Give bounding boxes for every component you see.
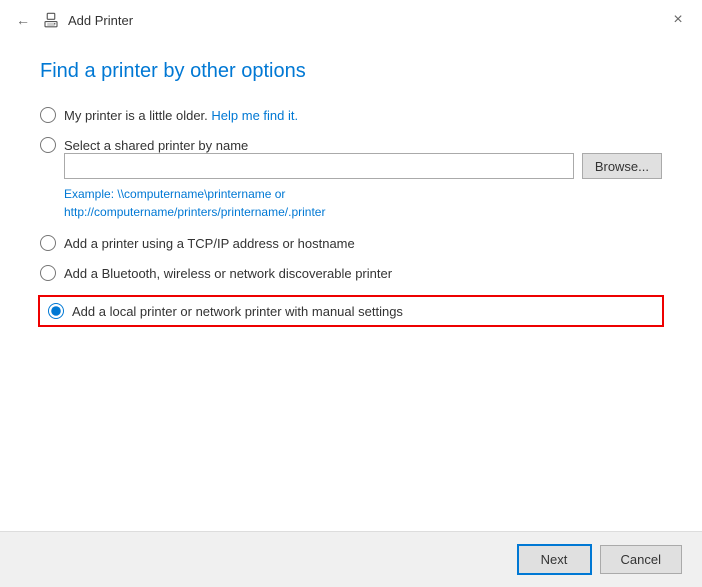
option-label-4[interactable]: Add a Bluetooth, wireless or network dis…	[64, 266, 392, 281]
option-row-2: Select a shared printer by name	[40, 137, 662, 153]
printer-icon	[42, 11, 60, 29]
next-button[interactable]: Next	[517, 544, 592, 575]
shared-printer-input[interactable]	[64, 153, 574, 179]
option-label-2[interactable]: Select a shared printer by name	[64, 138, 248, 153]
options-list: My printer is a little older. Help me fi…	[40, 107, 662, 327]
list-item-highlighted: Add a local printer or network printer w…	[38, 295, 664, 327]
option-radio-2[interactable]	[40, 137, 56, 153]
close-button[interactable]: ×	[666, 8, 690, 32]
title-bar: ← Add Printer ×	[0, 0, 702, 40]
option-label-5[interactable]: Add a local printer or network printer w…	[72, 304, 403, 319]
page-title: Find a printer by other options	[40, 60, 662, 83]
dialog-content: Find a printer by other options My print…	[0, 40, 702, 531]
option-radio-1[interactable]	[40, 107, 56, 123]
list-item: Add a Bluetooth, wireless or network dis…	[40, 265, 662, 281]
example-text: Example: \\computername\printername or h…	[40, 185, 662, 221]
option-label-3[interactable]: Add a printer using a TCP/IP address or …	[64, 236, 355, 251]
input-row: Browse...	[40, 153, 662, 179]
back-button[interactable]: ←	[12, 10, 34, 30]
list-item: My printer is a little older. Help me fi…	[40, 107, 662, 123]
browse-button[interactable]: Browse...	[582, 153, 662, 179]
footer: Next Cancel	[0, 531, 702, 587]
option-radio-3[interactable]	[40, 235, 56, 251]
add-printer-dialog: ← Add Printer × Find a printer by other …	[0, 0, 702, 587]
title-bar-left: ← Add Printer	[12, 10, 133, 30]
dialog-title: Add Printer	[68, 13, 133, 28]
cancel-button[interactable]: Cancel	[600, 545, 682, 574]
shared-printer-section: Browse... Example: \\computername\printe…	[40, 153, 662, 221]
list-item: Add a printer using a TCP/IP address or …	[40, 235, 662, 251]
list-item: Select a shared printer by name Browse..…	[40, 137, 662, 221]
option-radio-4[interactable]	[40, 265, 56, 281]
option-label-1[interactable]: My printer is a little older. Help me fi…	[64, 108, 298, 123]
help-link[interactable]: Help me find it.	[211, 108, 298, 123]
option-radio-5[interactable]	[48, 303, 64, 319]
